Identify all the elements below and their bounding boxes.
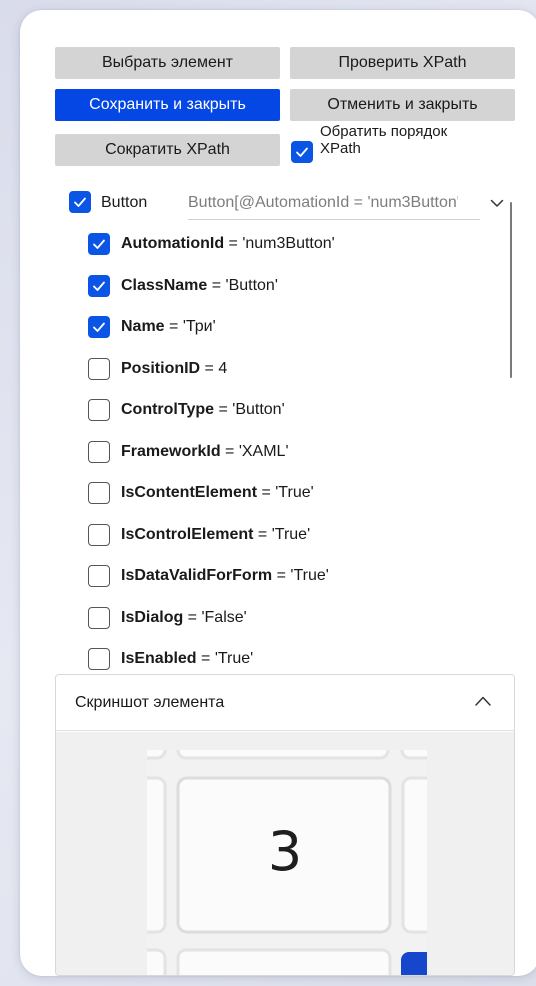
element-screenshot: 3	[147, 750, 427, 975]
property-value: = 'True'	[253, 526, 311, 543]
reverse-order-checkbox[interactable]	[291, 141, 313, 163]
property-name: FrameworkId	[121, 443, 221, 460]
cancel-and-close-button[interactable]: Отменить и закрыть	[290, 89, 515, 121]
element-screenshot-accordion: Скриншот элемента 3	[55, 674, 515, 976]
property-label: ClassName = 'Button'	[121, 277, 278, 295]
property-name: PositionID	[121, 360, 201, 377]
checkmark-icon	[93, 239, 105, 249]
accordion-body: 3	[56, 732, 514, 975]
property-name: ClassName	[121, 277, 208, 294]
checkmark-icon	[296, 147, 308, 157]
property-value: = 'Button'	[214, 401, 285, 418]
property-label: IsControlElement = 'True'	[121, 526, 310, 544]
checkmark-icon	[93, 281, 105, 291]
property-label: FrameworkId = 'XAML'	[121, 443, 289, 461]
property-label: IsEnabled = 'True'	[121, 650, 253, 668]
property-checkbox[interactable]	[88, 441, 110, 463]
property-name: ControlType	[121, 401, 215, 418]
chevron-up-icon[interactable]	[474, 695, 492, 707]
property-checkbox[interactable]	[88, 316, 110, 338]
property-name: IsContentElement	[121, 484, 258, 501]
reverse-order-label-line2: XPath	[320, 140, 361, 157]
property-value: = 'Три'	[164, 318, 216, 335]
property-name: IsDialog	[121, 609, 184, 626]
property-name: Name	[121, 318, 165, 335]
xpath-editor-panel: Выбрать элемент Проверить XPath Сохранит…	[20, 10, 536, 976]
property-label: IsDialog = 'False'	[121, 609, 247, 627]
property-checkbox[interactable]	[88, 399, 110, 421]
property-label: IsDataValidForForm = 'True'	[121, 567, 329, 585]
property-value: = 'True'	[196, 650, 254, 667]
reverse-order-label-line1: Обратить порядок	[320, 123, 448, 140]
property-value: = 'Button'	[207, 277, 278, 294]
xpath-dropdown[interactable]: Button[@AutomationId = 'num3Button']	[188, 186, 480, 220]
property-checkbox[interactable]	[88, 648, 110, 670]
property-checkbox[interactable]	[88, 275, 110, 297]
property-name: IsDataValidForForm	[121, 567, 273, 584]
property-label: ControlType = 'Button'	[121, 401, 285, 419]
property-value: = 'True'	[257, 484, 314, 501]
root-element-label: Button	[101, 194, 148, 211]
property-label: Name = 'Три'	[121, 318, 216, 336]
root-element-checkbox[interactable]	[69, 191, 91, 213]
check-xpath-button[interactable]: Проверить XPath	[290, 47, 515, 79]
property-checkbox[interactable]	[88, 524, 110, 546]
property-value: = 4	[200, 360, 228, 377]
property-value: = 'True'	[272, 567, 329, 584]
property-name: IsControlElement	[121, 526, 254, 543]
property-name: AutomationId	[121, 235, 225, 252]
property-checkbox[interactable]	[88, 482, 110, 504]
xpath-value: Button[@AutomationId = 'num3Button']	[188, 193, 458, 211]
property-name: IsEnabled	[121, 650, 197, 667]
shorten-xpath-button[interactable]: Сократить XPath	[55, 134, 280, 166]
property-checkbox[interactable]	[88, 358, 110, 380]
property-value: = 'num3Button'	[224, 235, 335, 252]
reverse-order-label: Обратить порядок XPath	[320, 123, 520, 157]
accordion-header[interactable]: Скриншот элемента	[56, 675, 514, 731]
property-value: = 'XAML'	[220, 443, 289, 460]
property-label: IsContentElement = 'True'	[121, 484, 314, 502]
property-checkbox[interactable]	[88, 233, 110, 255]
property-checkbox[interactable]	[88, 607, 110, 629]
save-and-close-button[interactable]: Сохранить и закрыть	[55, 89, 280, 121]
property-label: PositionID = 4	[121, 360, 227, 378]
accordion-title: Скриншот элемента	[75, 694, 225, 711]
property-checkbox[interactable]	[88, 565, 110, 587]
checkmark-icon	[93, 322, 105, 332]
property-label: AutomationId = 'num3Button'	[121, 235, 335, 253]
properties-scrollbar[interactable]	[510, 202, 512, 378]
select-element-button[interactable]: Выбрать элемент	[55, 47, 280, 79]
chevron-down-icon[interactable]	[490, 197, 504, 209]
property-value: = 'False'	[183, 609, 247, 626]
calculator-key-label: 3	[267, 820, 303, 883]
checkmark-icon	[74, 197, 86, 207]
